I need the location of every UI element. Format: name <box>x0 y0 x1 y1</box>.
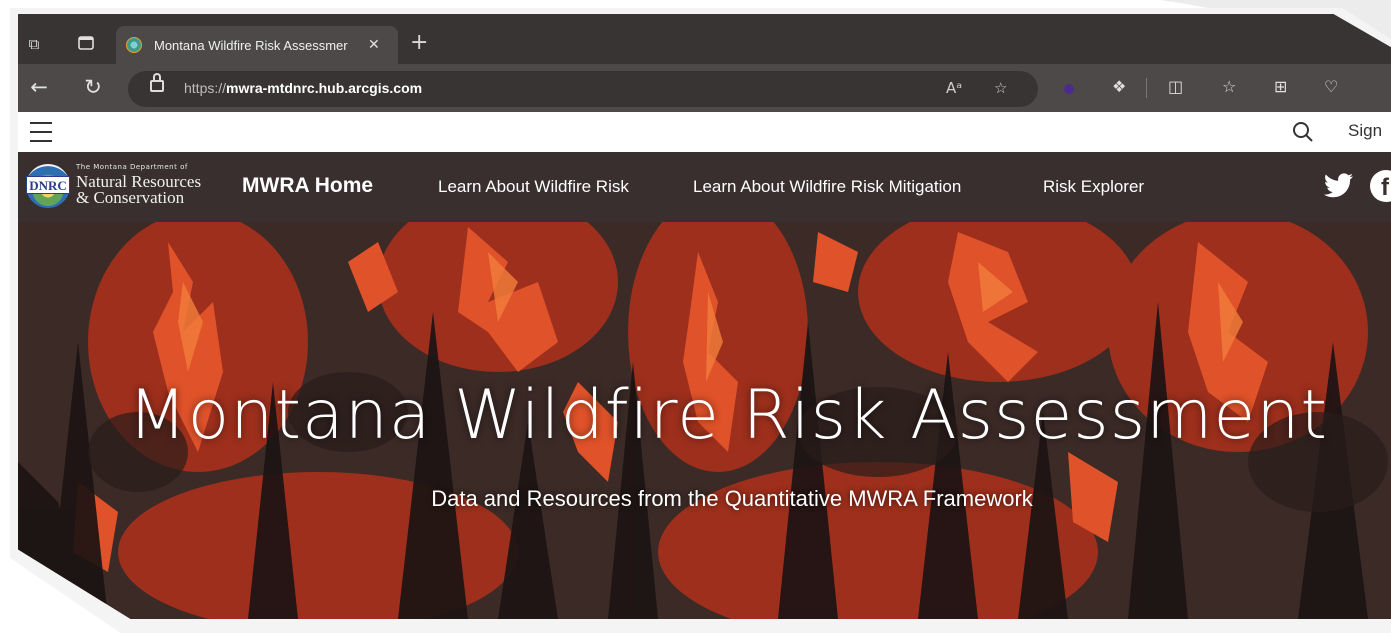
site-navigation: DNRC The Montana Department of Natural R… <box>18 152 1391 222</box>
tab-title: Montana Wildfire Risk Assessmer <box>154 37 348 53</box>
menu-hamburger-icon[interactable] <box>30 122 52 142</box>
split-screen-icon[interactable]: ◫ <box>1168 77 1183 97</box>
logo-department-text: The Montana Department of <box>76 163 188 171</box>
nav-link-risk-explorer[interactable]: Risk Explorer <box>1043 177 1144 197</box>
refresh-icon[interactable]: ↻ <box>80 74 106 100</box>
site-utility-bar: Sign <box>18 112 1391 152</box>
nav-link-learn-risk[interactable]: Learn About Wildfire Risk <box>438 177 629 197</box>
favorite-star-icon[interactable]: ☆ <box>994 79 1007 97</box>
extensions-puzzle-icon[interactable]: ❖ <box>1112 77 1126 97</box>
lock-icon[interactable] <box>150 73 164 92</box>
favorites-icon[interactable]: ☆ <box>1222 77 1236 97</box>
url-text[interactable]: https://mwra-mtdnrc.hub.arcgis.com <box>184 80 422 96</box>
twitter-icon[interactable] <box>1324 173 1354 199</box>
hero-banner: Montana Wildfire Risk Assessment Data an… <box>18 222 1391 619</box>
dnrc-badge: DNRC <box>26 176 70 194</box>
nav-home-link[interactable]: MWRA Home <box>242 174 373 198</box>
dnrc-logo[interactable]: DNRC The Montana Department of Natural R… <box>26 162 236 210</box>
sign-in-link[interactable]: Sign <box>1348 121 1382 141</box>
site-favicon-icon <box>126 37 142 53</box>
close-tab-icon[interactable]: ✕ <box>368 37 380 53</box>
search-icon[interactable] <box>1292 120 1314 144</box>
active-tab[interactable]: Montana Wildfire Risk Assessmer ✕ <box>116 26 398 64</box>
workspaces-icon[interactable]: ⧉ <box>24 34 44 54</box>
browser-essentials-icon[interactable]: ♡ <box>1324 77 1338 97</box>
nav-link-learn-mitigation[interactable]: Learn About Wildfire Risk Mitigation <box>693 177 961 197</box>
address-bar[interactable]: https://mwra-mtdnrc.hub.arcgis.com Aᵃ ☆ <box>128 71 1038 107</box>
facebook-icon[interactable]: f <box>1370 170 1391 202</box>
back-icon[interactable]: ← <box>26 74 52 100</box>
read-aloud-icon[interactable]: Aᵃ <box>946 79 962 97</box>
browser-toolbar: ← ↻ https://mwra-mtdnrc.hub.arcgis.com A… <box>18 64 1391 112</box>
hero-title: Montana Wildfire Risk Assessment <box>128 376 1328 455</box>
extension-icon[interactable] <box>1064 84 1074 94</box>
collections-icon[interactable]: ⊞ <box>1274 77 1287 97</box>
toolbar-divider <box>1146 78 1147 98</box>
browser-window: ⧉ Montana Wildfire Risk Assessmer ✕ + ← … <box>18 14 1391 619</box>
tab-strip: ⧉ Montana Wildfire Risk Assessmer ✕ + <box>18 14 1391 64</box>
new-tab-icon[interactable]: + <box>410 32 428 54</box>
hero-subtitle: Data and Resources from the Quantitative… <box>431 486 1033 511</box>
tab-actions-icon[interactable] <box>76 34 96 54</box>
logo-line-2: & Conservation <box>76 188 185 207</box>
